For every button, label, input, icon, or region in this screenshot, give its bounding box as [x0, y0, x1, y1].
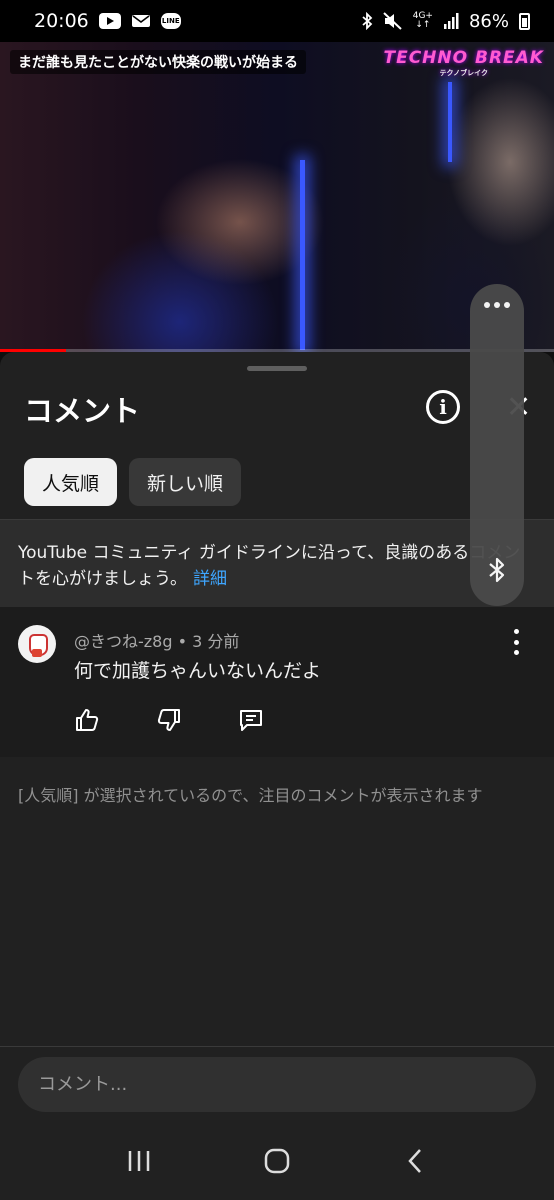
neon-light	[300, 160, 305, 350]
comment-item: @きつね-z8g • 3 分前 何で加護ちゃんいないんだよ	[0, 607, 554, 757]
bluetooth-shortcut-icon[interactable]	[487, 556, 507, 588]
comment-actions	[72, 705, 266, 735]
video-logo-subtitle: テクノブレイク	[439, 69, 488, 77]
mute-icon	[383, 12, 403, 30]
youtube-notification-icon	[98, 13, 121, 29]
comment-text: 何で加護ちゃんいないんだよ	[74, 660, 322, 682]
drag-handle[interactable]	[247, 366, 307, 371]
video-logo-title: TECHNO BREAK	[383, 48, 544, 68]
video-logo: TECHNO BREAK テクノブレイク	[383, 48, 544, 78]
battery-percent: 86%	[468, 10, 509, 32]
mail-notification-icon	[131, 13, 151, 29]
status-right: 4G+ ↓↑ 86%	[361, 11, 530, 32]
status-bar: 20:06 LINE 4G+ ↓↑ 86%	[0, 0, 554, 42]
info-icon[interactable]: i	[426, 390, 460, 424]
comment-author[interactable]: @きつね-z8g	[74, 632, 173, 651]
status-left: 20:06 LINE	[34, 10, 181, 32]
clock: 20:06	[34, 10, 89, 32]
network-type: 4G+ ↓↑	[412, 11, 433, 30]
dislike-icon[interactable]	[154, 705, 184, 735]
guideline-text: YouTube コミュニティ ガイドラインに沿って、良識のあるコメントを心がけま…	[18, 543, 521, 589]
guideline-more-link[interactable]: 詳細	[193, 569, 227, 589]
meta-separator: •	[177, 632, 188, 651]
video-caption: まだ誰も見たことがない快楽の戦いが始まる	[10, 50, 306, 74]
composer-divider	[0, 1046, 554, 1047]
edge-panel[interactable]	[470, 284, 524, 606]
chip-newest[interactable]: 新しい順	[129, 458, 242, 506]
edge-panel-menu-icon[interactable]	[484, 302, 510, 308]
sheet-title: コメント	[24, 394, 141, 428]
sort-chips: 人気順 新しい順	[24, 458, 242, 506]
avatar[interactable]	[18, 625, 56, 663]
comment-meta: @きつね-z8g • 3 分前	[74, 628, 239, 652]
comment-time: 3 分前	[192, 632, 240, 651]
neon-light	[448, 82, 452, 162]
bluetooth-icon	[361, 12, 373, 30]
sort-notice: [人気順] が選択されているので、注目のコメントが表示されます	[18, 786, 483, 805]
like-icon[interactable]	[72, 705, 102, 735]
recent-apps-icon[interactable]	[115, 1137, 163, 1185]
back-icon[interactable]	[391, 1137, 439, 1185]
line-notification-icon: LINE	[160, 13, 181, 29]
comment-input[interactable]	[18, 1057, 536, 1112]
chip-popular[interactable]: 人気順	[24, 458, 118, 506]
system-nav-bar	[0, 1122, 554, 1200]
more-options-icon[interactable]	[506, 629, 526, 655]
battery-icon	[519, 12, 530, 30]
home-icon[interactable]	[253, 1137, 301, 1185]
signal-icon	[443, 13, 459, 29]
reply-icon[interactable]	[236, 705, 266, 735]
